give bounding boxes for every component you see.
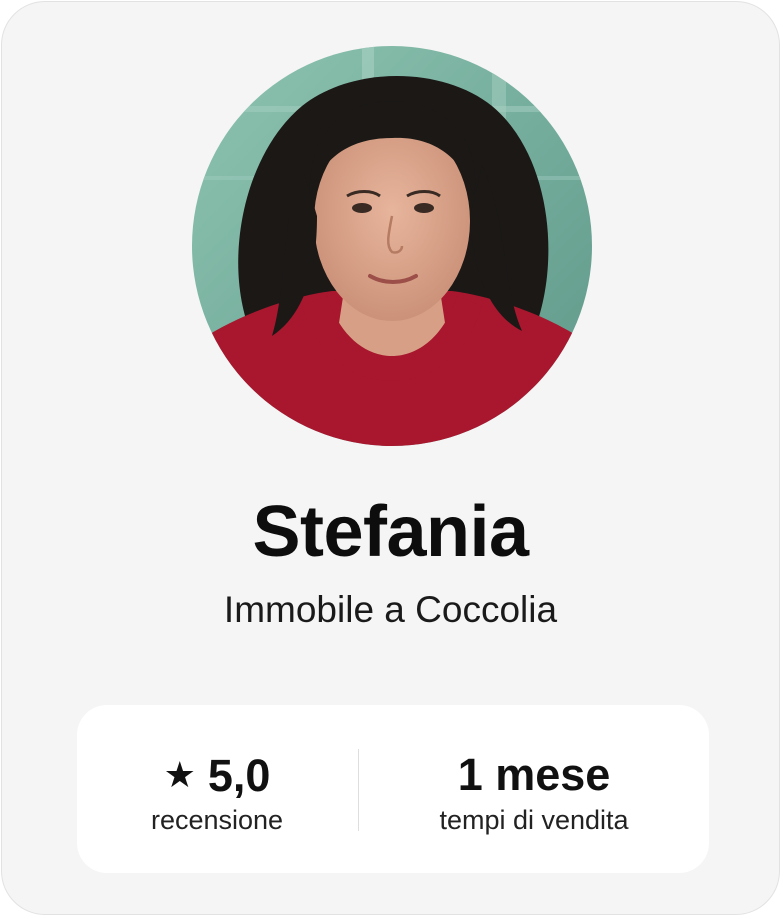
profile-name: Stefania — [252, 492, 529, 572]
rating-label: recensione — [150, 805, 284, 835]
profile-card: Stefania Immobile a Coccolia ★ 5,0 recens… — [1, 1, 780, 915]
stats-panel: ★ 5,0 recensione 1 mese tempi di vendita — [77, 705, 709, 873]
stats-divider — [358, 749, 359, 831]
selling-time-stat: 1 mese tempi di vendita — [394, 705, 674, 873]
avatar-photo — [192, 46, 592, 446]
profile-subtitle: Immobile a Coccolia — [223, 589, 558, 630]
star-icon: ★ — [163, 754, 196, 795]
rating-value-row: ★ 5,0 — [77, 749, 357, 802]
selling-time-label: tempi di vendita — [439, 805, 629, 835]
avatar — [192, 46, 592, 446]
rating-value: 5,0 — [207, 750, 271, 801]
rating-stat: ★ 5,0 recensione — [77, 705, 357, 873]
selling-time-value: 1 mese — [457, 749, 611, 800]
